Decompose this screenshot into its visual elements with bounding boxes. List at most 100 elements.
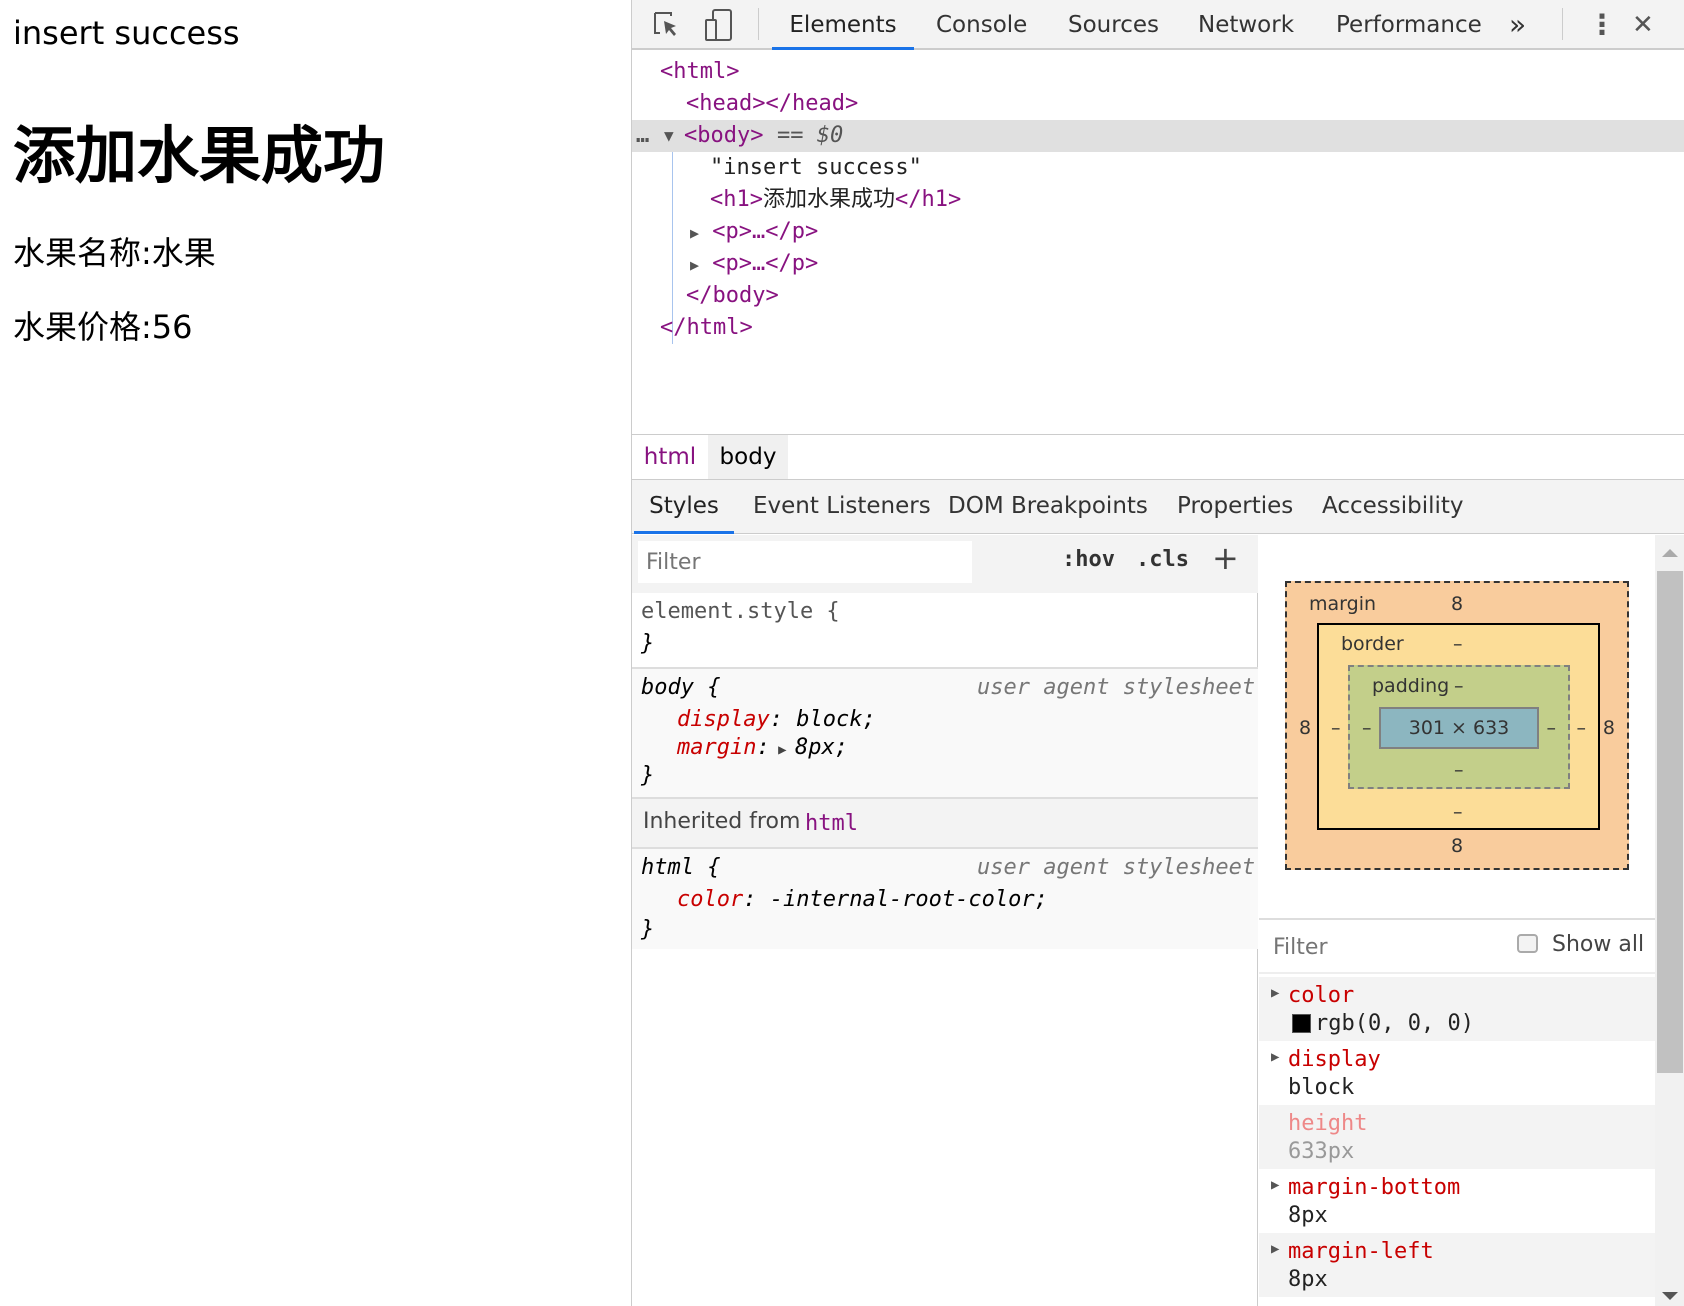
inspect-element-icon[interactable]	[652, 10, 682, 40]
more-tabs-icon[interactable]: »	[1509, 0, 1526, 50]
computed-filter-bar: Show all	[1259, 918, 1655, 974]
close-brace: }	[641, 763, 655, 788]
hov-button[interactable]: :hov	[1062, 547, 1115, 572]
menu-icon[interactable]: ⋮	[1588, 0, 1616, 50]
computed-filter-input[interactable]	[1265, 928, 1465, 966]
close-brace: }	[641, 917, 655, 942]
border-left[interactable]: –	[1331, 717, 1341, 739]
expand-triangle-icon[interactable]: ▼	[664, 120, 674, 152]
margin-bottom[interactable]: 8	[1451, 835, 1463, 857]
rule-source: user agent stylesheet	[977, 675, 1256, 700]
prop-value: -internal-root-color;	[769, 887, 1048, 912]
tab-performance[interactable]: Performance	[1336, 0, 1482, 50]
prop-name: height	[1288, 1111, 1368, 1136]
dom-html-open[interactable]: <html>	[660, 56, 739, 88]
tab-sources[interactable]: Sources	[1068, 0, 1159, 50]
tab-network[interactable]: Network	[1198, 0, 1294, 50]
scroll-down-icon[interactable]	[1662, 1292, 1678, 1300]
tab-properties[interactable]: Properties	[1177, 480, 1293, 534]
prop-value: 633px	[1288, 1139, 1355, 1164]
dom-html-close[interactable]: </html>	[660, 312, 753, 344]
tab-dom-breakpoints[interactable]: DOM Breakpoints	[948, 480, 1148, 534]
border-bottom[interactable]: –	[1453, 801, 1463, 823]
computed-prop-margin-left[interactable]: ▶ margin-left 8px	[1259, 1233, 1655, 1297]
padding-bottom[interactable]: –	[1454, 759, 1464, 781]
insert-success-text: insert success	[13, 14, 240, 52]
show-all-checkbox[interactable]	[1517, 934, 1538, 953]
prop-name: display	[677, 707, 770, 732]
margin-top[interactable]: 8	[1451, 593, 1463, 615]
dom-text-node[interactable]: "insert success"	[710, 152, 922, 184]
scroll-up-icon[interactable]	[1662, 549, 1678, 557]
inherited-header: Inherited from html	[632, 799, 1258, 849]
breadcrumb-body[interactable]: body	[708, 435, 788, 479]
box-model-content[interactable]: 301 × 633	[1379, 707, 1539, 749]
margin-right[interactable]: 8	[1603, 717, 1615, 739]
computed-prop-display[interactable]: ▶ display block	[1259, 1041, 1655, 1105]
computed-scrollbar[interactable]	[1655, 535, 1684, 1306]
breadcrumb: html body	[632, 434, 1684, 480]
margin-left[interactable]: 8	[1299, 717, 1311, 739]
toolbar-divider	[758, 8, 759, 40]
padding-top[interactable]: –	[1454, 675, 1464, 697]
close-icon[interactable]: ✕	[1632, 0, 1654, 50]
p-tag: <p>…</p>	[712, 219, 819, 244]
color-swatch[interactable]	[1292, 1014, 1311, 1033]
element-style-rule: element.style { }	[632, 593, 1258, 669]
prop-name: margin	[677, 735, 757, 760]
dom-p-1[interactable]: ▶ <p>…</p>	[690, 216, 818, 248]
element-style-selector[interactable]: element.style {	[641, 599, 840, 624]
sidebar-tabs: Styles Event Listeners DOM Breakpoints P…	[632, 480, 1684, 534]
padding-right[interactable]: –	[1547, 717, 1557, 739]
expand-triangle-icon[interactable]: ▶	[690, 224, 699, 242]
body-rule: body { user agent stylesheet display: bl…	[632, 669, 1258, 799]
html-selector: html {	[641, 855, 721, 880]
style-prop-margin[interactable]: margin: ▶ 8px;	[677, 735, 848, 760]
dom-body-close[interactable]: </body>	[686, 280, 779, 312]
inherited-tag-link[interactable]: html	[805, 811, 858, 836]
computed-prop-color[interactable]: ▶ color rgb(0, 0, 0)	[1259, 977, 1655, 1041]
dom-h1[interactable]: <h1>添加水果成功</h1>	[710, 184, 961, 216]
dom-body-open[interactable]: <body>	[684, 120, 763, 152]
box-model-padding: padding – – – – 301 × 633	[1348, 665, 1570, 789]
dom-head[interactable]: <head></head>	[686, 88, 858, 120]
padding-label: padding	[1372, 675, 1450, 697]
breadcrumb-html[interactable]: html	[632, 435, 708, 479]
tab-event-listeners[interactable]: Event Listeners	[753, 480, 931, 534]
padding-left[interactable]: –	[1362, 717, 1372, 739]
tab-accessibility[interactable]: Accessibility	[1322, 480, 1464, 534]
new-style-rule-button[interactable]: +	[1212, 539, 1239, 577]
tab-elements[interactable]: Elements	[772, 0, 914, 50]
computed-prop-margin-bottom[interactable]: ▶ margin-bottom 8px	[1259, 1169, 1655, 1233]
scrollbar-thumb[interactable]	[1657, 571, 1683, 1073]
show-all-label[interactable]: Show all	[1552, 932, 1644, 957]
expand-triangle-icon[interactable]: ▶	[1271, 985, 1279, 1001]
dom-tree: <html> <head></head> … ▼ <body> == $0 "i…	[632, 52, 1684, 434]
styles-filter-input[interactable]	[638, 541, 972, 583]
rendered-page: insert success 添加水果成功 水果名称:水果 水果价格:56	[0, 0, 631, 1306]
border-right[interactable]: –	[1577, 717, 1587, 739]
cls-button[interactable]: .cls	[1136, 547, 1189, 572]
dom-body-selected[interactable]: … ▼ <body> == $0	[632, 120, 1684, 152]
computed-prop-height[interactable]: height 633px	[1259, 1105, 1655, 1169]
h1-open: <h1>	[710, 187, 763, 212]
prop-name: color	[1288, 983, 1355, 1008]
prop-name: margin-left	[1288, 1239, 1434, 1264]
tab-styles[interactable]: Styles	[634, 480, 734, 534]
box-model-border: border – – – – padding – – – – 301 × 633	[1317, 623, 1600, 830]
tab-console[interactable]: Console	[936, 0, 1027, 50]
prop-value: rgb(0, 0, 0)	[1315, 1011, 1474, 1036]
style-prop-color[interactable]: color: -internal-root-color;	[677, 887, 1048, 912]
expand-triangle-icon[interactable]: ▶	[1271, 1049, 1279, 1065]
device-toolbar-icon[interactable]	[704, 8, 734, 42]
prop-value: block;	[796, 707, 876, 732]
dom-p-2[interactable]: ▶ <p>…</p>	[690, 248, 818, 280]
border-top[interactable]: –	[1453, 633, 1463, 655]
h1-close: </h1>	[895, 187, 962, 212]
expand-triangle-icon[interactable]: ▶	[1271, 1177, 1279, 1193]
expand-triangle-icon[interactable]: ▶	[1271, 1241, 1279, 1257]
dom-ellipsis[interactable]: …	[636, 120, 649, 152]
expand-triangle-icon[interactable]: ▶	[690, 256, 699, 274]
expand-triangle-icon[interactable]: ▶	[770, 742, 795, 758]
style-prop-display[interactable]: display: block;	[677, 707, 876, 732]
